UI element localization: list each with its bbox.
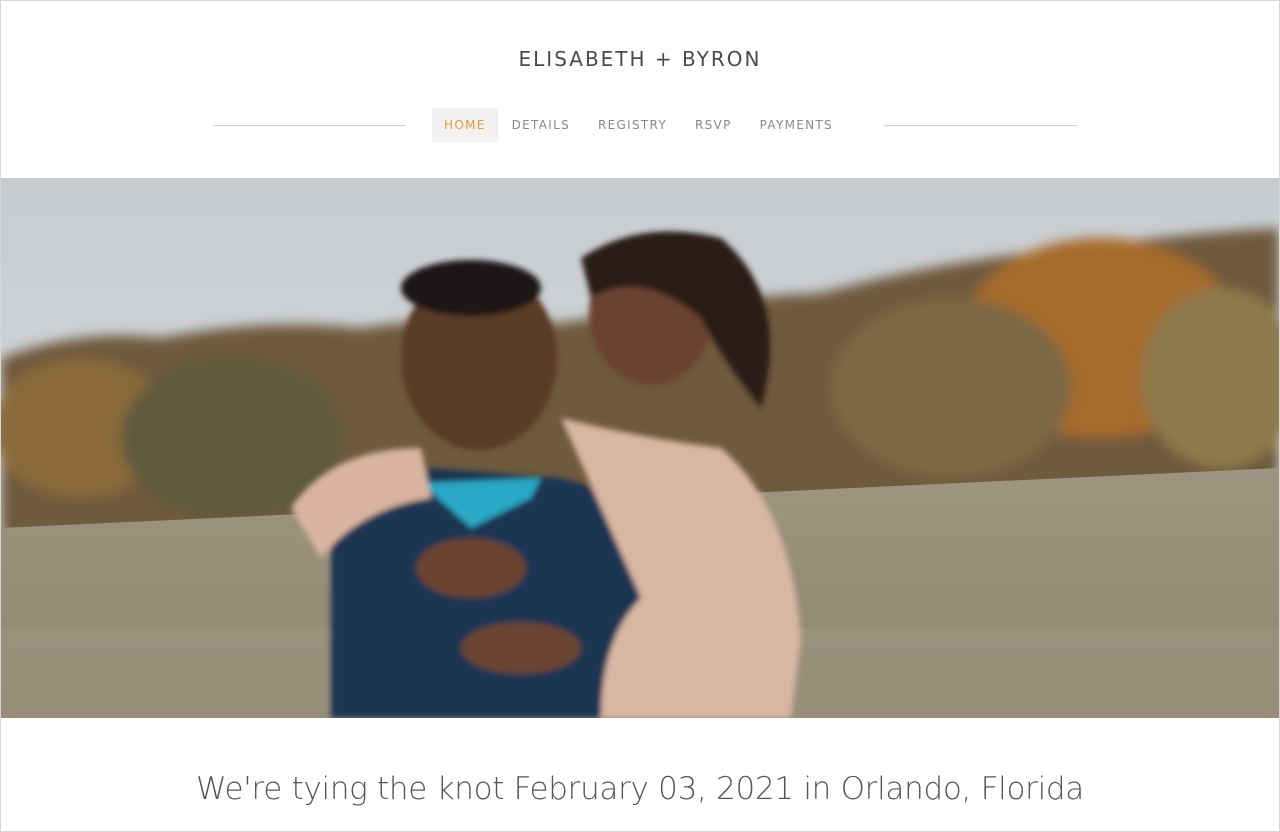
- nav-item-details[interactable]: DETAILS: [498, 108, 584, 142]
- nav-item-rsvp[interactable]: RSVP: [681, 108, 746, 142]
- hero-image: [1, 178, 1279, 718]
- nav-divider-right: [884, 125, 1077, 126]
- wedding-tagline: We're tying the knot February 03, 2021 i…: [196, 771, 1084, 807]
- nav-item-payments[interactable]: PAYMENTS: [746, 108, 847, 142]
- main-nav: HOME DETAILS REGISTRY RSVP PAYMENTS: [432, 108, 847, 142]
- nav-divider-left: [213, 125, 406, 126]
- nav-item-home[interactable]: HOME: [432, 108, 498, 142]
- page-frame: ELISABETH + BYRON HOME DETAILS REGISTRY …: [0, 0, 1280, 832]
- nav-item-registry[interactable]: REGISTRY: [584, 108, 681, 142]
- hero-photo-illustration: [1, 178, 1279, 718]
- site-title[interactable]: ELISABETH + BYRON: [1, 47, 1279, 71]
